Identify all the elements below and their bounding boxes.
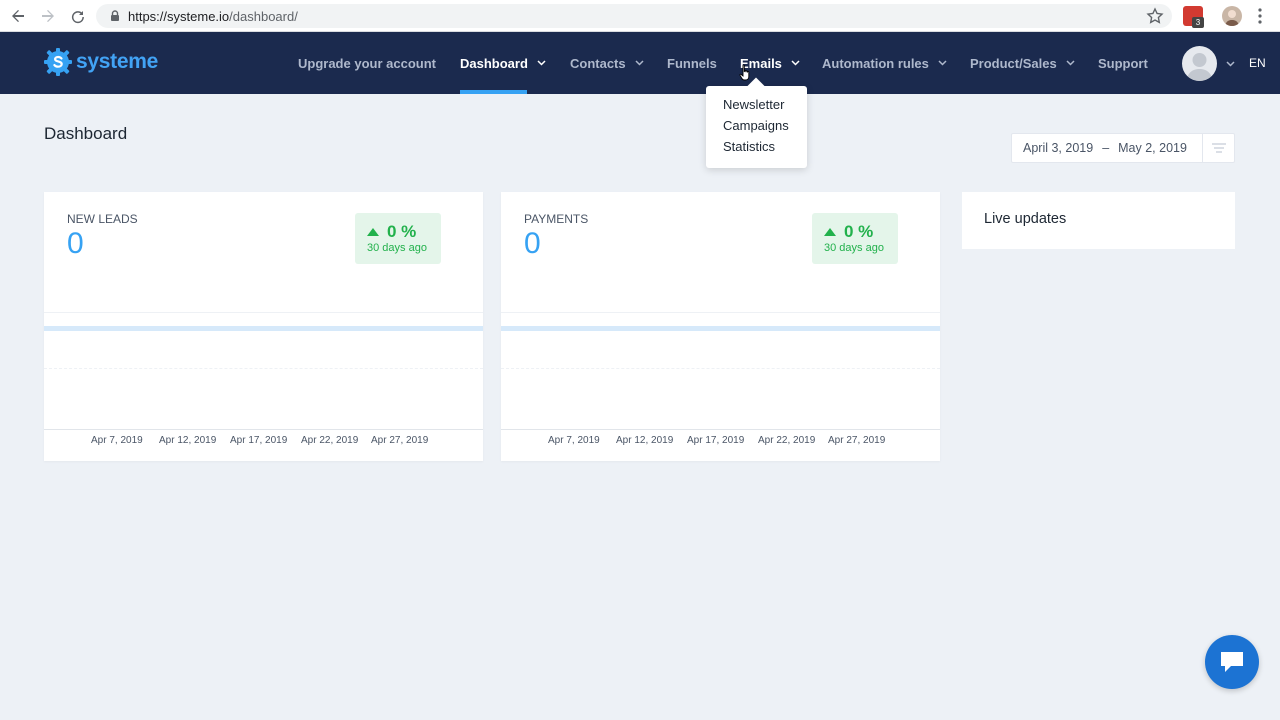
chevron-down-icon [635,60,644,66]
nav-product-sales[interactable]: Product/Sales [970,32,1075,94]
filter-icon[interactable] [1202,134,1234,162]
nav-label: Funnels [667,55,717,71]
card-value: 0 [524,227,541,260]
change-badge: 0 % 30 days ago [355,213,441,264]
browser-toolbar: https://systeme.io/dashboard/ 3 [0,0,1280,32]
page-title: Dashboard [44,124,128,143]
x-tick-label: Apr 7, 2019 [548,435,600,446]
nav-label: Product/Sales [970,55,1057,71]
date-to: May 2, 2019 [1118,141,1187,155]
forward-icon[interactable] [36,4,60,28]
nav-dashboard[interactable]: Dashboard [460,32,546,94]
chevron-down-icon [938,60,947,66]
chat-bubble-icon [1221,652,1243,672]
nav-contacts[interactable]: Contacts [570,32,644,94]
brand-logo[interactable]: systeme [44,48,158,76]
nav-funnels[interactable]: Funnels [667,32,717,94]
nav-automation-rules[interactable]: Automation rules [822,32,947,94]
brand-name: systeme [76,50,158,73]
date-separator: – [1102,141,1110,155]
change-badge: 0 % 30 days ago [812,213,898,264]
payments-card: PAYMENTS 0 0 % 30 days ago Apr 7, 2019 A… [501,192,940,461]
trend-up-icon [824,228,836,236]
nav-upgrade-account[interactable]: Upgrade your account [298,32,436,94]
date-from: April 3, 2019 [1023,141,1094,155]
x-tick-label: Apr 27, 2019 [371,435,429,446]
chevron-down-icon [537,60,546,66]
x-tick-label: Apr 12, 2019 [159,435,217,446]
card-label: NEW LEADS [67,212,138,226]
x-tick-label: Apr 17, 2019 [687,435,745,446]
reload-icon[interactable] [66,4,90,28]
card-label: PAYMENTS [524,212,589,226]
change-period: 30 days ago [367,242,427,254]
active-tab-indicator [460,90,527,94]
address-bar[interactable]: https://systeme.io/dashboard/ [96,4,1172,28]
new-leads-card: NEW LEADS 0 0 % 30 days ago Apr 7, 2019 … [44,192,483,461]
trend-up-icon [367,228,379,236]
emails-dropdown-menu: Newsletter Campaigns Statistics [706,86,807,168]
nav-label: Contacts [570,55,626,71]
back-icon[interactable] [6,4,30,28]
chevron-down-icon [1066,60,1075,66]
nav-label: Automation rules [822,55,929,71]
url-path: /dashboard/ [229,8,298,24]
app-navbar: systeme Upgrade your account Dashboard C… [0,32,1280,94]
url-host: https://systeme.io [128,8,230,24]
bookmark-star-icon[interactable] [1146,7,1164,25]
language-selector[interactable]: EN [1249,56,1266,70]
x-tick-label: Apr 17, 2019 [230,435,288,446]
live-updates-title: Live updates [984,211,1067,227]
user-avatar[interactable] [1182,46,1217,81]
chart-x-axis [44,429,483,430]
card-value: 0 [67,227,84,260]
change-period: 30 days ago [824,242,884,254]
nav-label: Dashboard [460,55,528,71]
divider [501,312,940,313]
x-tick-label: Apr 7, 2019 [91,435,143,446]
chart-series-line [501,326,940,331]
nav-support[interactable]: Support [1098,32,1148,94]
hand-cursor-icon [739,64,750,81]
dropdown-item-campaigns[interactable]: Campaigns [723,118,789,133]
chart-series-line [44,326,483,331]
chart-x-axis [501,429,940,430]
x-tick-label: Apr 12, 2019 [616,435,674,446]
chart-gridline [501,368,940,369]
extension-badge: 3 [1192,17,1204,28]
more-vert-icon[interactable] [1252,6,1268,26]
live-updates-panel: Live updates [962,192,1235,249]
nav-label: Support [1098,55,1148,71]
change-percent: 0 % [387,222,417,241]
x-tick-label: Apr 22, 2019 [758,435,816,446]
dropdown-item-newsletter[interactable]: Newsletter [723,97,784,112]
lock-icon [111,10,119,21]
nav-label: Upgrade your account [298,55,436,71]
chevron-down-icon[interactable] [1226,61,1235,67]
chat-button[interactable] [1205,635,1259,689]
divider [44,312,483,313]
x-tick-label: Apr 27, 2019 [828,435,886,446]
systeme-gear-icon [44,48,72,76]
profile-avatar[interactable] [1222,6,1242,26]
chevron-down-icon [791,60,800,66]
change-percent: 0 % [844,222,874,241]
x-tick-label: Apr 22, 2019 [301,435,359,446]
date-range-picker[interactable]: April 3, 2019 – May 2, 2019 [1011,133,1235,163]
dropdown-item-statistics[interactable]: Statistics [723,139,775,154]
chart-gridline [44,368,483,369]
